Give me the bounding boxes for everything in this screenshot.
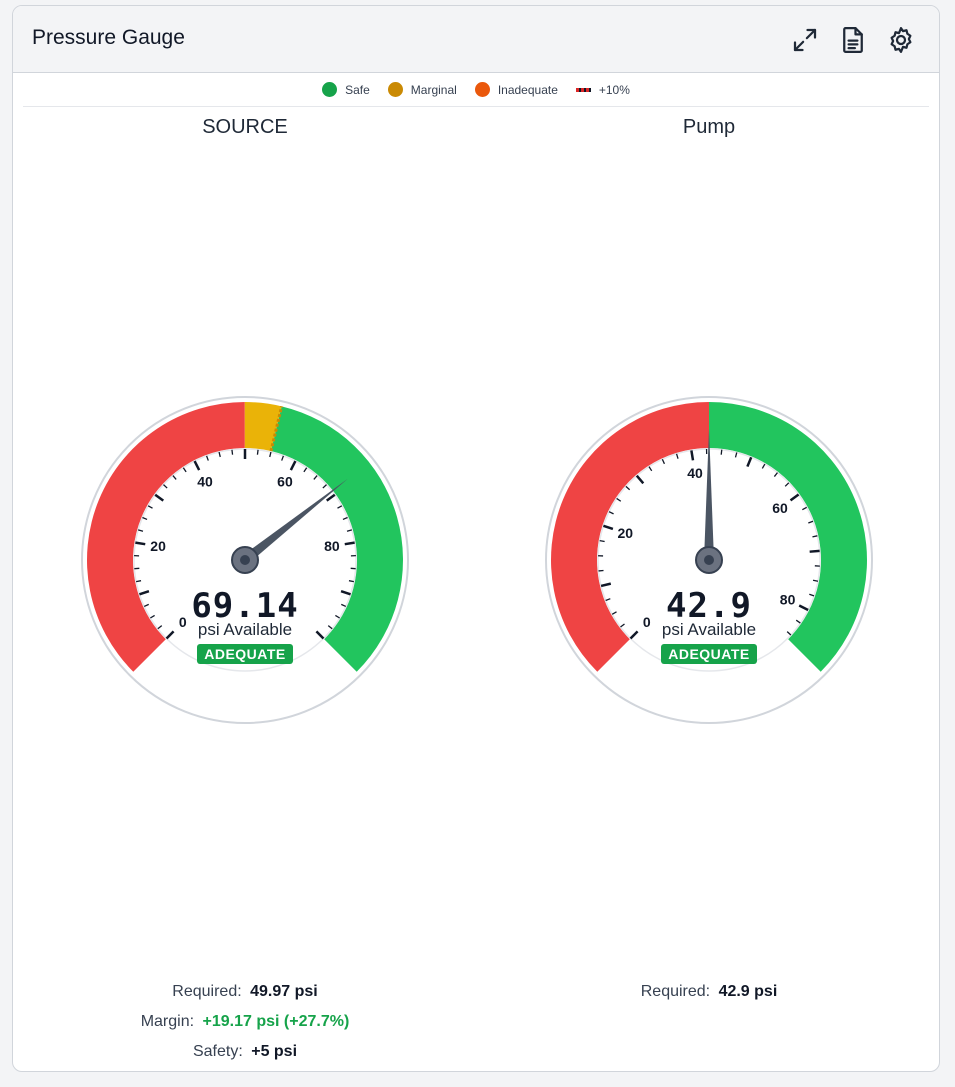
legend-item-plus10[interactable]: +10% — [575, 82, 630, 97]
stat-required: Required: 49.97 psi — [13, 977, 477, 1007]
settings-button[interactable] — [884, 23, 918, 57]
stat-required: Required: 42.9 psi — [477, 977, 939, 1007]
gauge-tick — [809, 549, 820, 553]
legend-label: Safe — [345, 82, 370, 97]
gauge-tick — [135, 541, 146, 546]
gauge-dial: 020406080 — [81, 396, 409, 724]
gauge-pump: Pump 0 20 40 60 80 42.9 psi Available ADEQUA… — [477, 106, 939, 1066]
gauge-dial: 020406080 — [545, 396, 873, 724]
legend-label: +10% — [598, 82, 630, 97]
legend-label: Inadequate — [497, 82, 558, 97]
gauge-title: Pump — [682, 116, 736, 138]
gauge-tick — [344, 541, 355, 546]
stat-value: +5 psi — [251, 1043, 298, 1060]
gauge-stats: Required: 42.9 psi — [477, 977, 939, 1007]
expand-icon — [793, 28, 817, 52]
gear-icon — [890, 27, 912, 53]
gauge-tick — [720, 449, 723, 455]
gauge-stats: Required: 49.97 psi Margin: +19.17 psi (… — [13, 977, 477, 1067]
legend-item-safe[interactable]: Safe — [322, 82, 370, 97]
gauge-value-label: psi Available — [661, 620, 757, 639]
gauge-title: SOURCE — [202, 116, 288, 138]
status-badge: ADEQUATE — [661, 644, 757, 664]
stat-label: Margin: — [140, 1013, 195, 1030]
status-badge: ADEQUATE — [197, 644, 293, 664]
marginal-swatch-icon — [387, 82, 403, 97]
stat-value: 49.97 psi — [250, 983, 318, 1000]
inadequate-swatch-icon — [474, 82, 490, 97]
gauge-tick-label: 40 — [197, 474, 213, 490]
gauge-tick-label: 20 — [617, 525, 633, 541]
dashed-line-icon — [575, 87, 591, 92]
gauge-tick — [256, 449, 259, 455]
gauge-source: SOURCE 0 20 40 60 80 69.14 psi Available ADE… — [13, 106, 477, 1066]
legend-item-inadequate[interactable]: Inadequate — [474, 82, 558, 97]
stat-label: Required: — [172, 983, 242, 1000]
document-icon — [843, 27, 863, 53]
stat-margin: Margin: +19.17 psi (+27.7%) — [13, 1007, 477, 1037]
gauge-tick — [231, 449, 234, 455]
report-button[interactable] — [836, 23, 870, 57]
gauge-hub-center — [240, 555, 250, 565]
pressure-gauge-card: Pressure Gauge Safe Marginal Inadequate … — [12, 5, 940, 1072]
gauge-tick-label: 60 — [277, 474, 293, 490]
card-header: Pressure Gauge — [13, 6, 939, 73]
stat-label: Safety: — [192, 1043, 243, 1060]
gauge-tick-label: 40 — [687, 465, 703, 481]
gauge-readout: 42.9 psi Available ADEQUATE — [477, 586, 939, 664]
gauge-readout: 69.14 psi Available ADEQUATE — [13, 586, 477, 664]
stat-label: Required: — [640, 983, 711, 1000]
card-title: Pressure Gauge — [32, 26, 185, 49]
gauge-tick — [690, 450, 695, 461]
stat-safety: Safety: +5 psi — [13, 1037, 477, 1067]
gauge-tick — [599, 539, 605, 543]
gauge-tick-label: 80 — [324, 538, 340, 554]
stat-value: 42.9 psi — [718, 983, 778, 1000]
legend-label: Marginal — [410, 82, 457, 97]
legend: Safe Marginal Inadequate +10% — [23, 73, 929, 107]
stat-value: +19.17 psi (+27.7%) — [202, 1013, 350, 1030]
gauge-tick-label: 60 — [772, 500, 788, 516]
gauge-hub-center — [704, 555, 714, 565]
gauge-value-label: psi Available — [197, 620, 293, 639]
legend-item-marginal[interactable]: Marginal — [387, 82, 457, 97]
expand-button[interactable] — [788, 23, 822, 57]
gauge-tick-label: 20 — [150, 538, 166, 554]
safe-swatch-icon — [322, 82, 338, 97]
